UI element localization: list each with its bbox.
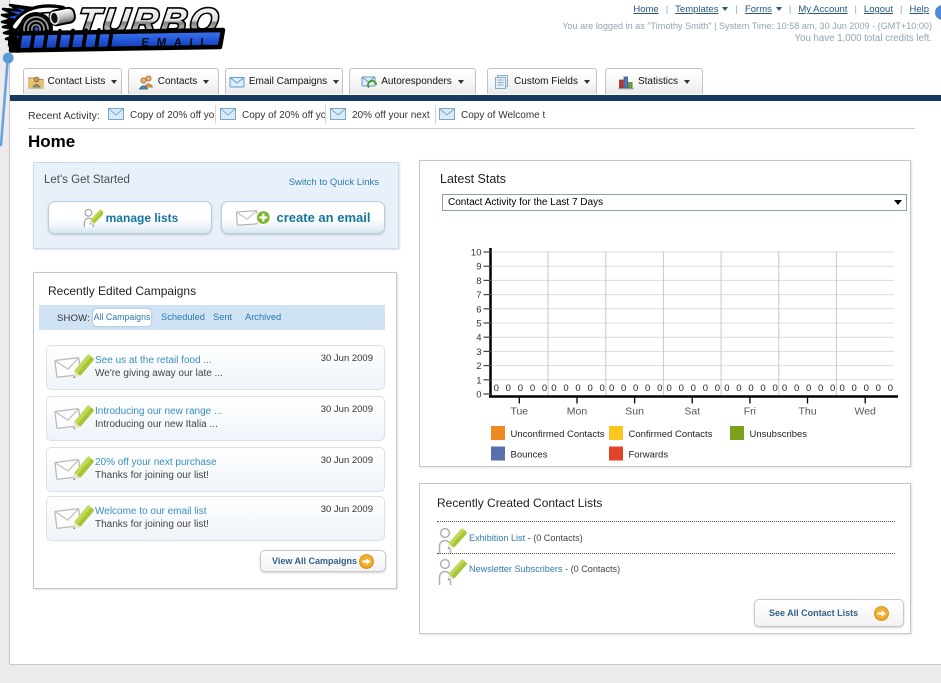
svg-text:1: 1 (476, 375, 481, 386)
svg-text:0: 0 (736, 383, 741, 394)
svg-text:0: 0 (494, 383, 499, 394)
svg-text:2: 2 (476, 361, 481, 372)
svg-text:4: 4 (476, 333, 481, 344)
svg-text:0: 0 (830, 383, 835, 394)
svg-text:3: 3 (476, 347, 481, 358)
svg-text:0: 0 (888, 383, 893, 394)
svg-text:0: 0 (633, 383, 638, 394)
svg-text:0: 0 (551, 383, 556, 394)
svg-text:Unsubscribes: Unsubscribes (750, 429, 808, 440)
svg-text:Unconfirmed Contacts: Unconfirmed Contacts (511, 429, 605, 440)
svg-text:0: 0 (575, 383, 580, 394)
svg-text:0: 0 (518, 383, 523, 394)
svg-text:5: 5 (476, 319, 481, 330)
svg-text:0: 0 (852, 383, 857, 394)
svg-text:0: 0 (772, 383, 777, 394)
svg-text:0: 0 (563, 383, 568, 394)
svg-text:0: 0 (645, 383, 650, 394)
svg-text:Sun: Sun (625, 406, 644, 418)
svg-text:0: 0 (876, 383, 881, 394)
svg-text:9: 9 (476, 262, 481, 273)
svg-text:0: 0 (587, 383, 592, 394)
svg-text:Tue: Tue (510, 406, 528, 418)
svg-text:Fri: Fri (744, 406, 756, 418)
svg-text:0: 0 (840, 383, 845, 394)
svg-text:Forwards: Forwards (629, 450, 669, 461)
svg-text:0: 0 (703, 383, 708, 394)
svg-text:EMAIL: EMAIL (141, 37, 215, 49)
svg-text:0: 0 (679, 383, 684, 394)
svg-text:0: 0 (530, 383, 535, 394)
svg-text:0: 0 (691, 383, 696, 394)
svg-text:0: 0 (806, 383, 811, 394)
svg-text:0: 0 (476, 390, 481, 401)
svg-text:0: 0 (748, 383, 753, 394)
svg-text:0: 0 (657, 383, 662, 394)
svg-text:0: 0 (506, 383, 511, 394)
svg-text:Mon: Mon (567, 406, 588, 418)
svg-text:0: 0 (667, 383, 672, 394)
svg-text:10: 10 (471, 248, 482, 259)
svg-text:0: 0 (724, 383, 729, 394)
svg-text:0: 0 (760, 383, 765, 394)
svg-text:Bounces: Bounces (511, 450, 548, 461)
svg-text:Thu: Thu (798, 406, 816, 418)
svg-text:Confirmed Contacts: Confirmed Contacts (629, 429, 713, 440)
svg-text:0: 0 (599, 383, 604, 394)
svg-text:0: 0 (542, 383, 547, 394)
svg-text:7: 7 (476, 290, 481, 301)
svg-text:0: 0 (818, 383, 823, 394)
svg-text:8: 8 (476, 276, 481, 287)
svg-text:Wed: Wed (854, 406, 876, 418)
svg-text:0: 0 (609, 383, 614, 394)
svg-text:0: 0 (782, 383, 787, 394)
svg-text:0: 0 (864, 383, 869, 394)
svg-text:0: 0 (794, 383, 799, 394)
svg-text:0: 0 (621, 383, 626, 394)
svg-text:Sat: Sat (684, 406, 700, 418)
svg-text:0: 0 (715, 383, 720, 394)
svg-text:6: 6 (476, 304, 481, 315)
